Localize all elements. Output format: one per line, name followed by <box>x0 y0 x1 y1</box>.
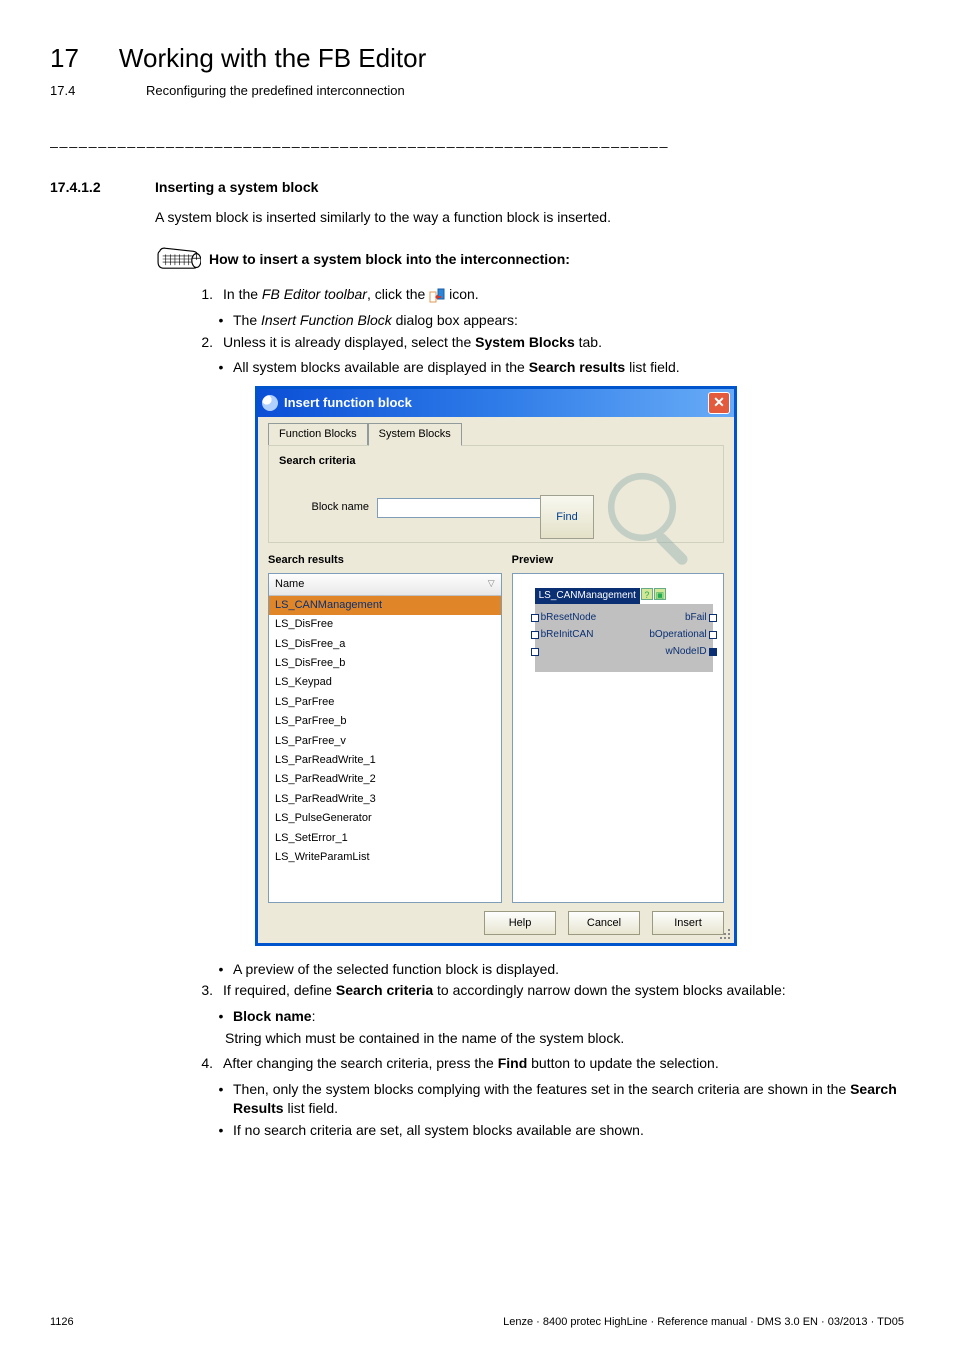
search-results-list[interactable]: Name▽ LS_CANManagement LS_DisFree LS_Dis… <box>268 573 502 903</box>
resize-grip-icon[interactable] <box>718 927 732 941</box>
instruction-heading: How to insert a system block into the in… <box>209 250 570 270</box>
list-item[interactable]: LS_SetError_1 <box>269 829 501 848</box>
list-item[interactable]: LS_ParReadWrite_2 <box>269 770 501 789</box>
io-input: bReInitCAN <box>541 628 594 642</box>
insert-button[interactable]: Insert <box>652 911 724 935</box>
tab-function-blocks[interactable]: Function Blocks <box>268 423 368 446</box>
list-header-name[interactable]: Name▽ <box>269 574 501 596</box>
list-item[interactable]: LS_Keypad <box>269 673 501 692</box>
list-item[interactable]: LS_ParReadWrite_1 <box>269 751 501 770</box>
subsection-title: Inserting a system block <box>155 178 318 198</box>
chapter-title: Working with the FB Editor <box>119 40 426 76</box>
preview-block-title: LS_CANManagement <box>535 588 640 604</box>
section-title-minor: Reconfiguring the predefined interconnec… <box>146 82 405 100</box>
list-item[interactable]: LS_PulseGenerator <box>269 809 501 828</box>
io-output: bFail <box>685 611 707 625</box>
list-item[interactable]: LS_ParFree_v <box>269 732 501 751</box>
cancel-button[interactable]: Cancel <box>568 911 640 935</box>
step-text: After changing the search criteria, pres… <box>223 1054 904 1074</box>
preview-pane: LS_CANManagement?▣ bResetNode bFail bReIn… <box>512 573 724 903</box>
list-item[interactable]: LS_DisFree_b <box>269 654 501 673</box>
sub-bullet: • All system blocks available are displa… <box>217 358 904 378</box>
preview-function-block: LS_CANManagement?▣ bResetNode bFail bReIn… <box>535 588 713 672</box>
help-button[interactable]: Help <box>484 911 556 935</box>
step-number: 1. <box>195 285 213 305</box>
search-results-title: Search results <box>268 553 502 568</box>
block-name-input[interactable] <box>377 498 547 518</box>
list-item[interactable]: LS_ParFree_b <box>269 712 501 731</box>
dialog-title: Insert function block <box>284 394 708 412</box>
footer-text: Lenze · 8400 protec HighLine · Reference… <box>503 1315 904 1330</box>
insert-fb-toolbar-icon <box>429 288 445 304</box>
list-item[interactable]: LS_WriteParamList <box>269 848 501 867</box>
step-number: 3. <box>195 981 213 1001</box>
list-item[interactable]: LS_DisFree <box>269 615 501 634</box>
step-text: If required, define Search criteria to a… <box>223 981 904 1001</box>
intro-paragraph: A system block is inserted similarly to … <box>155 208 904 228</box>
section-number-minor: 17.4 <box>50 82 106 100</box>
step-text: In the FB Editor toolbar, click the icon… <box>223 285 904 305</box>
sub-bullet: • Block name: <box>217 1007 904 1027</box>
block-name-label: Block name <box>279 500 369 515</box>
list-item[interactable]: LS_ParFree <box>269 693 501 712</box>
page-number: 1126 <box>50 1315 74 1330</box>
list-item[interactable]: LS_CANManagement <box>269 596 501 615</box>
chapter-number: 17 <box>50 40 79 76</box>
sub-bullet: • The Insert Function Block dialog box a… <box>217 311 904 331</box>
help-badge-icon: ? <box>641 588 653 600</box>
io-output: wNodeID <box>665 645 706 659</box>
sub-bullet-text: String which must be contained in the na… <box>225 1029 904 1049</box>
keyboard-mouse-icon <box>155 245 201 273</box>
sub-bullet: • A preview of the selected function blo… <box>217 960 904 980</box>
divider: _ _ _ _ _ _ _ _ _ _ _ _ _ _ _ _ _ _ _ _ … <box>50 131 904 151</box>
step-number: 4. <box>195 1054 213 1074</box>
io-input: bResetNode <box>541 611 597 625</box>
close-icon[interactable]: ✕ <box>708 392 730 414</box>
search-criteria-title: Search criteria <box>275 454 359 469</box>
io-output: bOperational <box>649 628 706 642</box>
sub-bullet: • If no search criteria are set, all sys… <box>217 1121 904 1141</box>
list-item[interactable]: LS_ParReadWrite_3 <box>269 790 501 809</box>
find-button[interactable]: Find <box>540 495 594 539</box>
magnifier-watermark-icon <box>598 463 708 573</box>
step-text: Unless it is already displayed, select t… <box>223 333 904 353</box>
sub-bullet: • Then, only the system blocks complying… <box>217 1080 904 1119</box>
insert-function-block-dialog: Insert function block ✕ Function Blocks … <box>255 386 737 946</box>
tab-system-blocks[interactable]: System Blocks <box>368 423 462 446</box>
step-number: 2. <box>195 333 213 353</box>
dialog-titlebar[interactable]: Insert function block ✕ <box>258 389 734 417</box>
list-item[interactable]: LS_DisFree_a <box>269 635 501 654</box>
subsection-number: 17.4.1.2 <box>50 178 125 198</box>
dialog-title-icon <box>262 395 278 411</box>
expand-badge-icon: ▣ <box>654 588 666 600</box>
